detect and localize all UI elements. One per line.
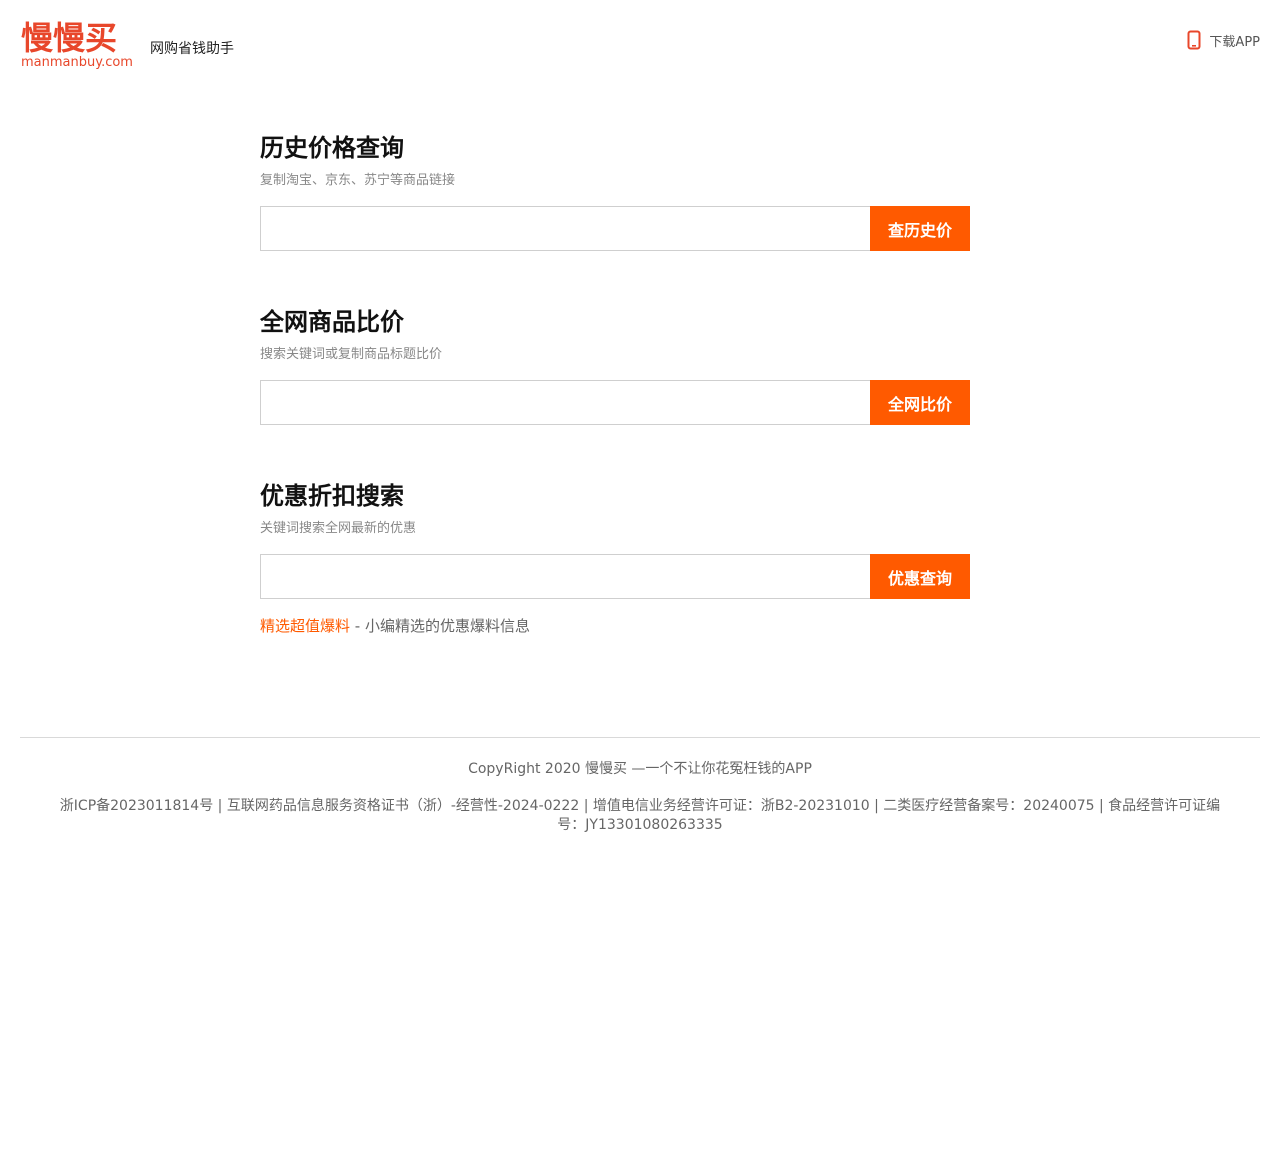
history-price-desc: 复制淘宝、京东、苏宁等商品链接 — [260, 173, 456, 188]
download-app-label: 下载APP — [1209, 34, 1260, 50]
discount-title: 优惠折扣搜索 — [260, 482, 404, 510]
compare-price-section: 全网商品比价 搜索关键词或复制商品标题比价 全网比价 — [260, 304, 970, 425]
logo[interactable]: 慢慢买 — [21, 20, 117, 56]
discount-desc: 关键词搜索全网最新的优惠 — [260, 521, 417, 536]
site-header: 慢慢买 manmanbuy.com 网购省钱助手 下载APP — [0, 0, 1280, 90]
history-price-title: 历史价格查询 — [260, 134, 404, 162]
history-price-input[interactable] — [260, 206, 870, 251]
history-price-section: 历史价格查询 复制淘宝、京东、苏宁等商品链接 查历史价 — [260, 130, 970, 251]
compare-price-button[interactable]: 全网比价 — [870, 380, 970, 425]
discount-search: 优惠查询 — [260, 554, 970, 599]
download-app-link[interactable]: 下载APP — [1187, 30, 1260, 50]
compare-price-desc: 搜索关键词或复制商品标题比价 — [260, 347, 443, 362]
logo-domain[interactable]: manmanbuy.com — [21, 55, 133, 70]
discount-input[interactable] — [260, 554, 870, 599]
copyright-text: CopyRight 2020 慢慢买 —一个不让你花冤枉钱的APP — [468, 761, 812, 777]
discount-button[interactable]: 优惠查询 — [870, 554, 970, 599]
compare-price-title: 全网商品比价 — [260, 308, 404, 336]
deals-line: 精选超值爆料 - 小编精选的优惠爆料信息 — [260, 615, 970, 637]
site-footer: CopyRight 2020 慢慢买 —一个不让你花冤枉钱的APP 浙ICP备2… — [20, 737, 1260, 835]
discount-section: 优惠折扣搜索 关键词搜索全网最新的优惠 优惠查询 — [260, 478, 970, 599]
deals-separator: - — [350, 617, 365, 635]
compare-price-input[interactable] — [260, 380, 870, 425]
search-panel: 历史价格查询 复制淘宝、京东、苏宁等商品链接 查历史价 全网商品比价 搜索关键词… — [260, 130, 970, 637]
history-price-button[interactable]: 查历史价 — [870, 206, 970, 251]
compare-price-search: 全网比价 — [260, 380, 970, 425]
license-info: 浙ICP备2023011814号 | 互联网药品信息服务资格证书（浙）-经营性-… — [59, 798, 1221, 833]
history-price-search: 查历史价 — [260, 206, 970, 251]
featured-deals-link[interactable]: 精选超值爆料 — [260, 617, 350, 635]
deals-desc: 小编精选的优惠爆料信息 — [364, 617, 530, 635]
site-slogan: 网购省钱助手 — [150, 41, 234, 57]
phone-icon — [1187, 30, 1201, 50]
